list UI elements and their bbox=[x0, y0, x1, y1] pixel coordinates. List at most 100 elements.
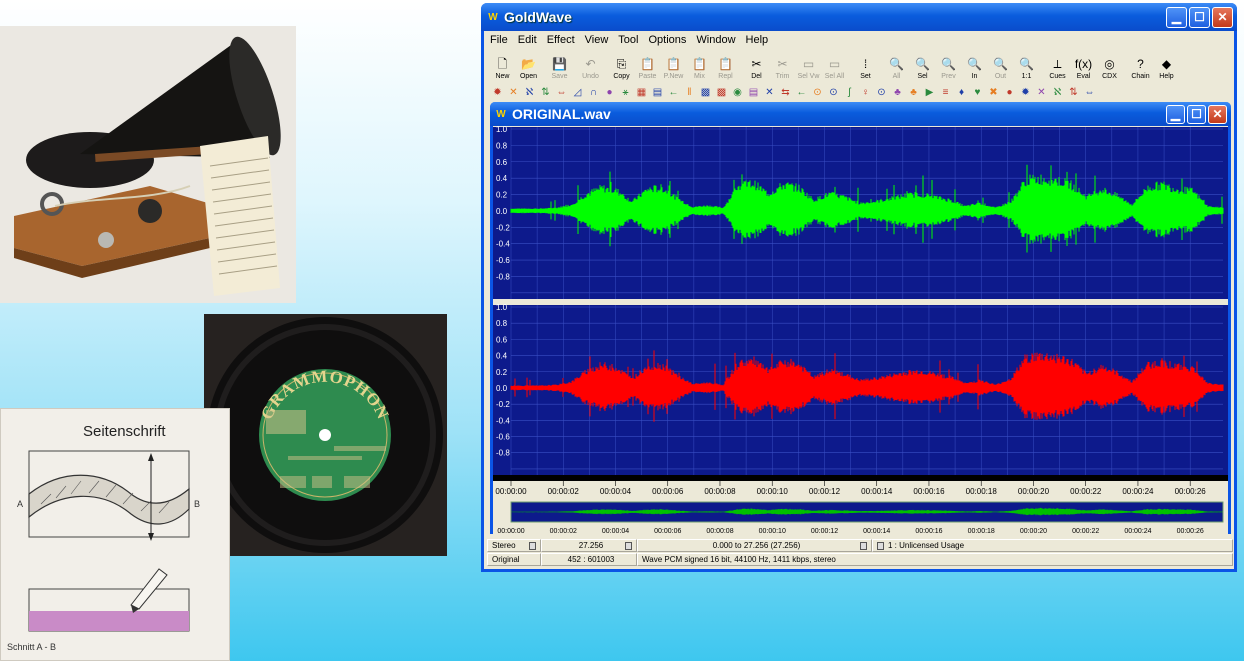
effect-icon-34[interactable]: ✹ bbox=[1018, 84, 1033, 100]
menu-tool[interactable]: Tool bbox=[618, 34, 638, 46]
effect-icon-13[interactable]: ‖ bbox=[682, 84, 697, 100]
toolbar-cdx-button[interactable]: ◎ CDX bbox=[1097, 51, 1122, 80]
amplitude-tick-label: 0.2 bbox=[496, 191, 508, 200]
effect-icon-14[interactable]: ▩ bbox=[698, 84, 713, 100]
child-close-button[interactable]: ✕ bbox=[1208, 104, 1227, 124]
maximize-button[interactable]: ☐ bbox=[1189, 6, 1210, 28]
length-menu-icon[interactable] bbox=[625, 542, 632, 550]
title-bar[interactable]: W GoldWave ▁ ☐ ✕ bbox=[481, 3, 1237, 31]
toolbar-sel-all-button[interactable]: ▭ Sel All bbox=[822, 51, 847, 80]
toolbar-sel-vw-button[interactable]: ▭ Sel Vw bbox=[796, 51, 821, 80]
effect-icon-23[interactable]: ʃ bbox=[842, 84, 857, 100]
effect-icon-37[interactable]: ⇅ bbox=[1066, 84, 1081, 100]
child-minimize-button[interactable]: ▁ bbox=[1166, 104, 1185, 124]
amplitude-tick-label: 1.0 bbox=[496, 303, 508, 312]
amplitude-tick-label: -0.2 bbox=[496, 223, 510, 232]
toolbar-set-button[interactable]: ⁞ Set bbox=[853, 51, 878, 80]
effect-icon-27[interactable]: ♣ bbox=[906, 84, 921, 100]
toolbar-in-button[interactable]: 🔍 In bbox=[962, 51, 987, 80]
effect-icon-24[interactable]: ♀ bbox=[858, 84, 873, 100]
menu-view[interactable]: View bbox=[585, 34, 609, 46]
child-title-bar[interactable]: W ORIGINAL.wav ▁ ☐ ✕ bbox=[490, 102, 1231, 126]
status-length[interactable]: 27.256 bbox=[541, 539, 637, 552]
time-tick-label: 00:00:18 bbox=[966, 487, 998, 496]
effect-icon-29[interactable]: ≡ bbox=[938, 84, 953, 100]
toolbar-copy-button[interactable]: ⎘ Copy bbox=[609, 51, 634, 80]
menu-window[interactable]: Window bbox=[696, 34, 735, 46]
effect-icon-30[interactable]: ♦ bbox=[954, 84, 969, 100]
toolbar-button-label: Copy bbox=[613, 73, 630, 80]
toolbar-chain-button[interactable]: ? Chain bbox=[1128, 51, 1153, 80]
menu-edit[interactable]: Edit bbox=[518, 34, 537, 46]
toolbar-eval-button[interactable]: f(x) Eval bbox=[1071, 51, 1096, 80]
toolbar-button-label: Save bbox=[551, 73, 568, 80]
toolbar-1-1-button[interactable]: 🔍 1:1 bbox=[1014, 51, 1039, 80]
effect-icon-3[interactable]: ℵ bbox=[522, 84, 537, 100]
toolbar-sel-button[interactable]: 🔍 Sel bbox=[910, 51, 935, 80]
effect-icon-35[interactable]: ✕ bbox=[1034, 84, 1049, 100]
toolbar-mix-button[interactable]: 📋 Mix bbox=[687, 51, 712, 80]
toolbar-save-button[interactable]: 💾 Save bbox=[547, 51, 572, 80]
toolbar-help-button[interactable]: ◆ Help bbox=[1154, 51, 1179, 80]
select-all-icon: ▭ bbox=[828, 57, 841, 71]
effect-icon-10[interactable]: ▦ bbox=[634, 84, 649, 100]
effect-icon-21[interactable]: ⊙ bbox=[810, 84, 825, 100]
original-wav-window: W ORIGINAL.wav ▁ ☐ ✕ 1.0 0.8 0.6 0.4 0.2 0.0 -… bbox=[490, 102, 1231, 534]
toolbar-cues-button[interactable]: ⟂ Cues bbox=[1045, 51, 1070, 80]
effect-icon-2[interactable]: ✕ bbox=[506, 84, 521, 100]
toolbar-repl-button[interactable]: 📋 Repl bbox=[713, 51, 738, 80]
mix-icon: 📋 bbox=[692, 57, 707, 71]
selection-menu-icon[interactable] bbox=[860, 542, 867, 550]
effect-icon-22[interactable]: ⊙ bbox=[826, 84, 841, 100]
toolbar-trim-button[interactable]: ✂ Trim bbox=[770, 51, 795, 80]
effect-icon-25[interactable]: ⊙ bbox=[874, 84, 889, 100]
effect-icon-11[interactable]: ▤ bbox=[650, 84, 665, 100]
replace-icon: 📋 bbox=[718, 57, 733, 71]
close-button[interactable]: ✕ bbox=[1212, 6, 1233, 28]
toolbar-all-button[interactable]: 🔍 All bbox=[884, 51, 909, 80]
child-maximize-button[interactable]: ☐ bbox=[1187, 104, 1206, 124]
effect-icon-31[interactable]: ♥ bbox=[970, 84, 985, 100]
effect-icon-17[interactable]: ▤ bbox=[746, 84, 761, 100]
status-channels[interactable]: Stereo bbox=[487, 539, 541, 552]
effect-icon-18[interactable]: ✕ bbox=[762, 84, 777, 100]
effect-icon-7[interactable]: ∩ bbox=[586, 84, 601, 100]
undo-icon: ↶ bbox=[585, 57, 596, 71]
effect-icon-38[interactable]: ⇔ bbox=[1082, 84, 1097, 100]
zoom-all-icon: 🔍 bbox=[889, 57, 904, 71]
waveform-display[interactable]: 1.0 0.8 0.6 0.4 0.2 0.0 -0.2 -0.4 -0.6 -0.8 1.0 0.8… bbox=[493, 126, 1228, 534]
license-icon bbox=[877, 541, 884, 550]
menu-effect[interactable]: Effect bbox=[547, 34, 575, 46]
effect-icon-33[interactable]: ● bbox=[1002, 84, 1017, 100]
effect-icon-1[interactable]: ✹ bbox=[490, 84, 505, 100]
effect-icon-8[interactable]: ● bbox=[602, 84, 617, 100]
effect-icon-12[interactable]: ← bbox=[666, 84, 681, 100]
status-selection[interactable]: 0.000 to 27.256 (27.256) bbox=[637, 539, 872, 552]
effect-icon-4[interactable]: ⇅ bbox=[538, 84, 553, 100]
effect-icon-26[interactable]: ♣ bbox=[890, 84, 905, 100]
toolbar-prev-button[interactable]: 🔍 Prev bbox=[936, 51, 961, 80]
menu-file[interactable]: File bbox=[490, 34, 508, 46]
toolbar-open-button[interactable]: 📂 Open bbox=[516, 51, 541, 80]
effect-icon-5[interactable]: ⇔ bbox=[554, 84, 569, 100]
effect-icon-20[interactable]: ← bbox=[794, 84, 809, 100]
toolbar-paste-button[interactable]: 📋 Paste bbox=[635, 51, 660, 80]
effect-icon-32[interactable]: ✖ bbox=[986, 84, 1001, 100]
effect-icon-28[interactable]: ▶ bbox=[922, 84, 937, 100]
menu-help[interactable]: Help bbox=[746, 34, 769, 46]
toolbar-del-button[interactable]: ✂ Del bbox=[744, 51, 769, 80]
effect-icon-19[interactable]: ⇆ bbox=[778, 84, 793, 100]
effect-icon-36[interactable]: ℵ bbox=[1050, 84, 1065, 100]
effect-icon-16[interactable]: ◉ bbox=[730, 84, 745, 100]
toolbar-p-new-button[interactable]: 📋 P.New bbox=[661, 51, 686, 80]
toolbar-undo-button[interactable]: ↶ Undo bbox=[578, 51, 603, 80]
channels-menu-icon[interactable] bbox=[529, 542, 536, 550]
toolbar-new-button[interactable]: 🗋 New bbox=[490, 51, 515, 80]
effect-icon-15[interactable]: ▩ bbox=[714, 84, 729, 100]
effect-icon-9[interactable]: ⚹ bbox=[618, 84, 633, 100]
minimize-button[interactable]: ▁ bbox=[1166, 6, 1187, 28]
time-tick-label: 00:00:22 bbox=[1070, 487, 1102, 496]
menu-options[interactable]: Options bbox=[648, 34, 686, 46]
toolbar-out-button[interactable]: 🔍 Out bbox=[988, 51, 1013, 80]
effect-icon-6[interactable]: ◿ bbox=[570, 84, 585, 100]
